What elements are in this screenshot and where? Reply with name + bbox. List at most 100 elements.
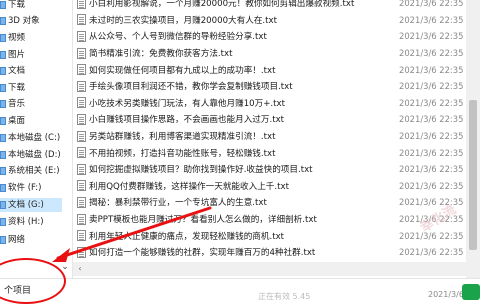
text-file-icon xyxy=(77,163,86,175)
scroll-left-icon[interactable]: ‹ xyxy=(73,262,87,276)
file-name: 小吃技术另类赚钱门玩法，有人靠他月赚10万+.txt xyxy=(89,98,285,109)
folder-icon xyxy=(0,218,6,226)
file-date: 2021/3/6 22:35 xyxy=(399,81,464,92)
folder-icon xyxy=(0,184,6,192)
file-date: 2021/3/6 22:35 xyxy=(399,164,464,175)
file-name: 小白赚钱项目操作思路，不会画画也能月入过万.txt xyxy=(89,115,285,126)
file-row[interactable]: 如何挖掘虚拟赚钱项目？助你找到操作好.收益快的项目.txt 2021/3/6 22… xyxy=(73,161,465,178)
text-file-icon xyxy=(77,97,86,109)
nav-item[interactable]: 网络 xyxy=(0,233,25,247)
file-row[interactable]: 小白利用影视解说，一个月赚20000元！教你如何剪辑出爆款视频.txt 2021/… xyxy=(73,0,465,12)
nav-item[interactable]: 音乐 xyxy=(0,97,25,111)
file-name: 手绘头像项目利润还不错，教你学会复制赚钱项目.txt xyxy=(89,82,293,93)
nav-item-label: 本地磁盘 (C:) xyxy=(8,133,61,143)
text-file-icon xyxy=(77,47,86,59)
nav-item-label: 桌面 xyxy=(8,116,26,126)
folder-icon xyxy=(0,67,6,75)
text-file-icon xyxy=(77,180,86,192)
file-name: 如何挖掘虚拟赚钱项目？助你找到操作好.收益快的项目.txt xyxy=(89,165,313,176)
file-row[interactable]: 另类站群赚钱，利用博客渠道实现精准引流！.txt 2021/3/6 22:35 xyxy=(73,128,465,145)
nav-item-label: 系统相关 (E:) xyxy=(8,166,60,176)
file-name: 如何打造一个能够赚钱的社群，实现年赚百万的4种社群.txt xyxy=(89,248,316,259)
folder-icon xyxy=(0,236,6,244)
text-file-icon xyxy=(77,213,86,225)
text-file-icon xyxy=(77,30,86,42)
folder-icon xyxy=(0,167,6,175)
file-name: 小白利用影视解说，一个月赚20000元！教你如何剪辑出爆款视频.txt xyxy=(89,0,355,10)
file-row[interactable]: 如何实现做任何项目都有九成以上的成功率！.txt 2021/3/6 22:35 xyxy=(73,61,465,78)
nav-item[interactable]: 本地磁盘 (D:) xyxy=(0,148,61,162)
text-file-icon xyxy=(77,14,86,26)
vertical-scrollbar[interactable] xyxy=(466,0,480,278)
file-row[interactable]: 揭秘：暴利禁带行业，一个专坑富人的生意.txt 2021/3/6 22:35 xyxy=(73,194,465,211)
status-bar: 个项目 xyxy=(0,278,480,301)
file-row[interactable]: 小吃技术另类赚钱门玩法，有人靠他月赚10万+.txt 2021/3/6 22:35 xyxy=(73,95,465,112)
horizontal-scrollbar[interactable]: ‹ xyxy=(73,262,466,276)
nav-item-label: 文档 (G:) xyxy=(8,200,44,210)
file-row[interactable]: 如何打造一个能够赚钱的社群，实现年赚百万的4种社群.txt 2021/3/6 22… xyxy=(73,244,465,261)
file-row[interactable]: 利用QQ付费群赚钱，这样操作一天就能收入上千.txt 2021/3/6 22:35 xyxy=(73,178,465,195)
file-date: 2021/3/6 22:35 xyxy=(399,97,464,108)
nav-item[interactable]: 软件 (F:) xyxy=(0,181,41,195)
file-row[interactable]: 不用拍视频，打造抖音功能性账号，轻松赚钱.txt 2021/3/6 22:35 xyxy=(73,144,465,161)
folder-icon xyxy=(0,117,6,125)
nav-item[interactable]: 下载 xyxy=(0,81,25,95)
nav-item-label: 网络 xyxy=(8,235,26,245)
file-list: 小白利用影视解说，一个月赚20000元！教你如何剪辑出爆款视频.txt 2021/… xyxy=(73,0,465,284)
file-name: 简书精准引流：免费教你获客方法.txt xyxy=(89,49,233,60)
nav-item[interactable]: 视频 xyxy=(0,31,25,45)
file-name: 卖PPT模板也能月赚过万？看看别人怎么做的，详细剖析.txt xyxy=(89,215,317,226)
file-name: 从公众号、个人号到微信群的导粉经验分享.txt xyxy=(89,32,267,43)
nav-item[interactable]: 文档 xyxy=(0,64,25,78)
folder-icon xyxy=(0,151,6,159)
folder-icon xyxy=(0,201,6,209)
nav-item-label: 音乐 xyxy=(8,99,26,109)
nav-item-label: 下载 xyxy=(8,0,26,10)
file-row[interactable]: 小白赚钱项目操作思路，不会画画也能月入过万.txt 2021/3/6 22:35 xyxy=(73,111,465,128)
file-date: 2021/3/6 22:35 xyxy=(399,131,464,142)
text-file-icon xyxy=(77,230,86,242)
file-name: 另类站群赚钱，利用博客渠道实现精准引流！.txt xyxy=(89,132,276,143)
footer-date: 2021/3/6 xyxy=(428,290,464,299)
file-date: 2021/3/6 22:35 xyxy=(399,247,464,258)
nav-item[interactable]: 文档 (G:) xyxy=(0,198,62,212)
vertical-scrollbar-thumb[interactable] xyxy=(469,100,477,250)
file-row[interactable]: 未过时的三农实操项目，月赚20000大有人在.txt 2021/3/6 22:35 xyxy=(73,12,465,29)
folder-icon xyxy=(0,51,6,59)
nav-item[interactable]: 3D 对象 xyxy=(0,14,40,28)
nav-item-label: 资料 (H:) xyxy=(8,217,44,227)
file-date: 2021/3/6 22:35 xyxy=(399,180,464,191)
file-row[interactable]: 利用年轻人正健康的痛点，发现轻松赚钱的商机.txt 2021/3/6 22:35 xyxy=(73,227,465,244)
nav-item-label: 图片 xyxy=(8,50,26,60)
text-file-icon xyxy=(77,64,86,76)
folder-icon xyxy=(0,84,6,92)
nav-item-label: 下载 xyxy=(8,83,26,93)
nav-item[interactable]: 本地磁盘 (C:) xyxy=(0,131,60,145)
file-row[interactable]: 从公众号、个人号到微信群的导粉经验分享.txt 2021/3/6 22:35 xyxy=(73,28,465,45)
nav-item[interactable]: 系统相关 (E:) xyxy=(0,164,60,178)
nav-item-label: 软件 (F:) xyxy=(8,183,42,193)
nav-item[interactable]: 图片 xyxy=(0,48,25,62)
file-name: 利用年轻人正健康的痛点，发现轻松赚钱的商机.txt xyxy=(89,231,285,242)
file-date: 2021/3/6 22:35 xyxy=(399,147,464,158)
nav-item[interactable]: 资料 (H:) xyxy=(0,215,44,229)
file-name: 利用QQ付费群赚钱，这样操作一天就能收入上千.txt xyxy=(89,181,289,192)
text-file-icon xyxy=(77,246,86,258)
file-row[interactable]: 手绘头像项目利润还不错，教你学会复制赚钱项目.txt 2021/3/6 22:35 xyxy=(73,78,465,95)
folder-icon xyxy=(0,34,6,42)
text-file-icon xyxy=(77,196,86,208)
file-row[interactable]: 卖PPT模板也能月赚过万？看看别人怎么做的，详细剖析.txt 2021/3/6 2… xyxy=(73,211,465,228)
folder-icon xyxy=(0,17,6,25)
nav-item-label: 文档 xyxy=(8,66,26,76)
folder-icon xyxy=(0,100,6,108)
text-file-icon xyxy=(77,130,86,142)
folder-icon xyxy=(0,134,6,142)
nav-item-label: 3D 对象 xyxy=(8,16,40,26)
file-date: 2021/3/6 22:35 xyxy=(399,31,464,42)
folder-icon xyxy=(0,1,6,9)
nav-item[interactable]: 桌面 xyxy=(0,114,25,128)
file-row[interactable]: 简书精准引流：免费教你获客方法.txt 2021/3/6 22:35 xyxy=(73,45,465,62)
nav-item[interactable]: 下载 xyxy=(0,0,25,12)
text-file-icon xyxy=(77,147,86,159)
file-name: 如何实现做任何项目都有九成以上的成功率！.txt xyxy=(89,65,276,76)
